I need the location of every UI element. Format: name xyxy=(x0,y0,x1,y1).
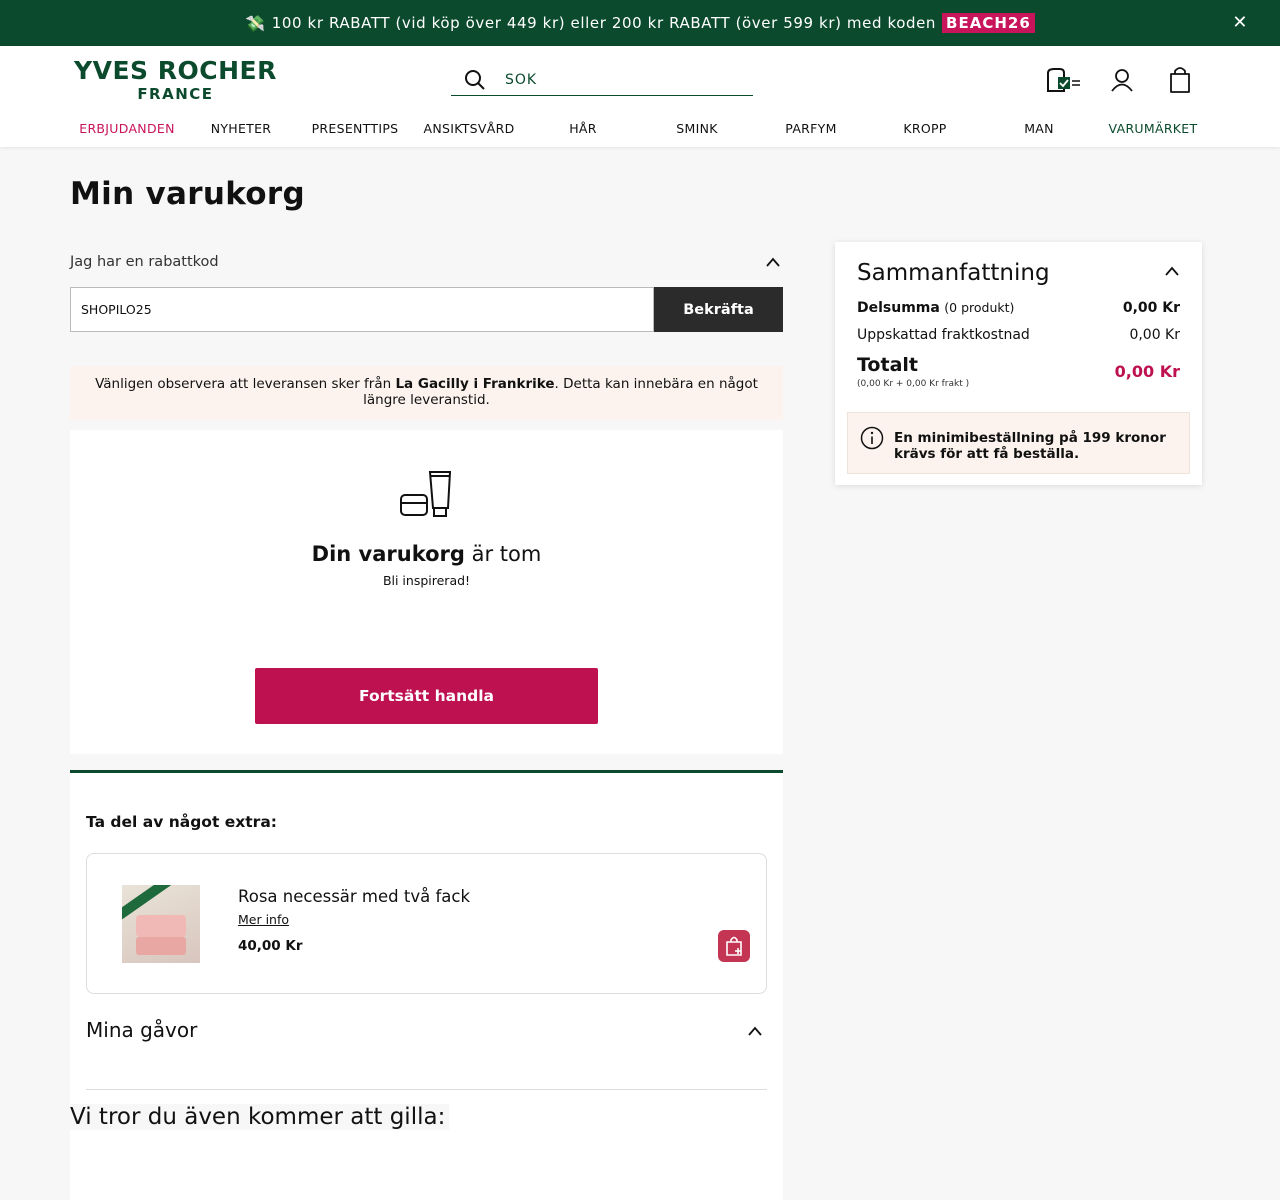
discount-label[interactable]: Jag har en rabattkod xyxy=(70,254,219,270)
promo-bar: 💸 100 kr RABATT (vid köp över 449 kr) el… xyxy=(0,0,1280,46)
empty-cart-title: Din varukorg är tom xyxy=(70,542,783,566)
empty-cart-subtitle: Bli inspirerad! xyxy=(382,573,471,588)
more-info-link[interactable]: Mer info xyxy=(238,912,289,927)
delivery-notice: Vänligen observera att leveransen sker f… xyxy=(70,366,783,420)
continue-shopping-button[interactable]: Fortsätt handla xyxy=(255,668,598,724)
nav-item-offers[interactable]: ERBJUDANDEN xyxy=(70,121,184,136)
subtotal-value: 0,00 Kr xyxy=(1122,300,1180,316)
search-icon[interactable] xyxy=(463,68,487,92)
recommendations-heading: Vi tror du även kommer att gilla: xyxy=(70,1104,450,1130)
info-icon xyxy=(860,426,884,450)
nav-item-gifts[interactable]: PRESENTTIPS xyxy=(298,121,412,136)
promo-text: 100 kr RABATT (vid köp över 449 kr) elle… xyxy=(271,14,937,32)
min-order-text: En minimibeställning på 199 kronor krävs… xyxy=(894,430,1166,462)
shipping-label: Uppskattad fraktkostnad xyxy=(857,327,1030,343)
empty-title-bold: Din varukorg xyxy=(311,542,465,566)
store-locator-icon[interactable] xyxy=(1046,66,1082,94)
chevron-up-icon[interactable] xyxy=(765,256,781,268)
header-icons xyxy=(1046,66,1198,94)
shipping-value: 0,00 Kr xyxy=(1129,327,1180,343)
product-image[interactable] xyxy=(122,885,200,963)
subtotal-row: Delsumma (0 produkt) 0,00 Kr xyxy=(857,300,1180,316)
subtotal-label: Delsumma xyxy=(857,300,940,316)
subtotal-count: (0 produkt) xyxy=(944,300,1015,315)
nav-item-body[interactable]: KROPP xyxy=(868,121,982,136)
product-image-bag-top xyxy=(136,915,186,937)
min-order-notice: En minimibeställning på 199 kronor krävs… xyxy=(847,412,1190,474)
empty-cart-panel: Din varukorg är tom Bli inspirerad! Fort… xyxy=(70,430,783,754)
nav-item-men[interactable]: MAN xyxy=(982,121,1096,136)
shipping-row: Uppskattad fraktkostnad 0,00 Kr xyxy=(857,327,1180,343)
product-image-bag-bottom xyxy=(136,937,186,955)
logo-line2: FRANCE xyxy=(137,85,214,103)
subtotal-label-group: Delsumma (0 produkt) xyxy=(857,300,1014,316)
discount-form: Bekräfta xyxy=(70,287,783,332)
add-to-cart-button[interactable] xyxy=(718,930,750,962)
empty-title-rest: är tom xyxy=(464,542,542,566)
logo-line1: YVES ROCHER xyxy=(74,56,277,85)
nav-item-news[interactable]: NYHETER xyxy=(184,121,298,136)
my-gifts-heading[interactable]: Mina gåvor xyxy=(86,1018,197,1042)
search-bar xyxy=(451,64,753,96)
close-icon[interactable]: ✕ xyxy=(1232,12,1248,33)
extra-offer-panel: Ta del av något extra: Rosa necessär med… xyxy=(70,770,783,1200)
divider xyxy=(86,1089,767,1090)
main-nav: ERBJUDANDEN NYHETER PRESENTTIPS ANSIKTSV… xyxy=(70,121,1210,136)
product-card: Rosa necessär med två fack Mer info 40,0… xyxy=(86,853,767,994)
confirm-discount-button[interactable]: Bekräfta xyxy=(654,287,783,332)
nav-item-makeup[interactable]: SMINK xyxy=(640,121,754,136)
nav-item-hair[interactable]: HÅR xyxy=(526,121,640,136)
order-summary: Sammanfattning Delsumma (0 produkt) 0,00… xyxy=(835,242,1202,485)
discount-code-input[interactable] xyxy=(70,287,654,332)
product-name: Rosa necessär med två fack xyxy=(238,887,471,906)
site-header: YVES ROCHER FRANCE SÖK ERBJUDANDEN NYHET… xyxy=(0,46,1280,147)
brand-logo[interactable]: YVES ROCHER FRANCE xyxy=(74,58,277,102)
money-icon: 💸 xyxy=(245,13,266,33)
total-value: 0,00 Kr xyxy=(1114,362,1180,381)
cart-icon[interactable] xyxy=(1162,66,1198,94)
promo-code: BEACH26 xyxy=(942,13,1035,33)
beauty-products-icon xyxy=(400,471,452,517)
page-title: Min varukorg xyxy=(70,176,305,212)
notice-text-bold: La Gacilly i Frankrike xyxy=(395,376,555,392)
nav-item-perfume[interactable]: PARFYM xyxy=(754,121,868,136)
total-breakdown: (0,00 Kr + 0,00 Kr frakt ) xyxy=(857,379,970,389)
notice-text-before: Vänligen observera att leveransen sker f… xyxy=(95,376,396,392)
extra-offer-label: Ta del av något extra: xyxy=(86,813,277,831)
summary-title: Sammanfattning xyxy=(857,260,1050,286)
search-input[interactable] xyxy=(505,71,705,88)
total-label: Totalt xyxy=(857,354,918,376)
account-icon[interactable] xyxy=(1104,66,1140,94)
nav-item-skincare[interactable]: ANSIKTSVÅRD xyxy=(412,121,526,136)
nav-item-brand[interactable]: VARUMÄRKET xyxy=(1096,121,1210,136)
add-to-bag-icon xyxy=(726,936,742,956)
chevron-up-icon[interactable] xyxy=(747,1025,763,1037)
product-price: 40,00 Kr xyxy=(238,938,303,954)
chevron-up-icon[interactable] xyxy=(1164,265,1180,277)
